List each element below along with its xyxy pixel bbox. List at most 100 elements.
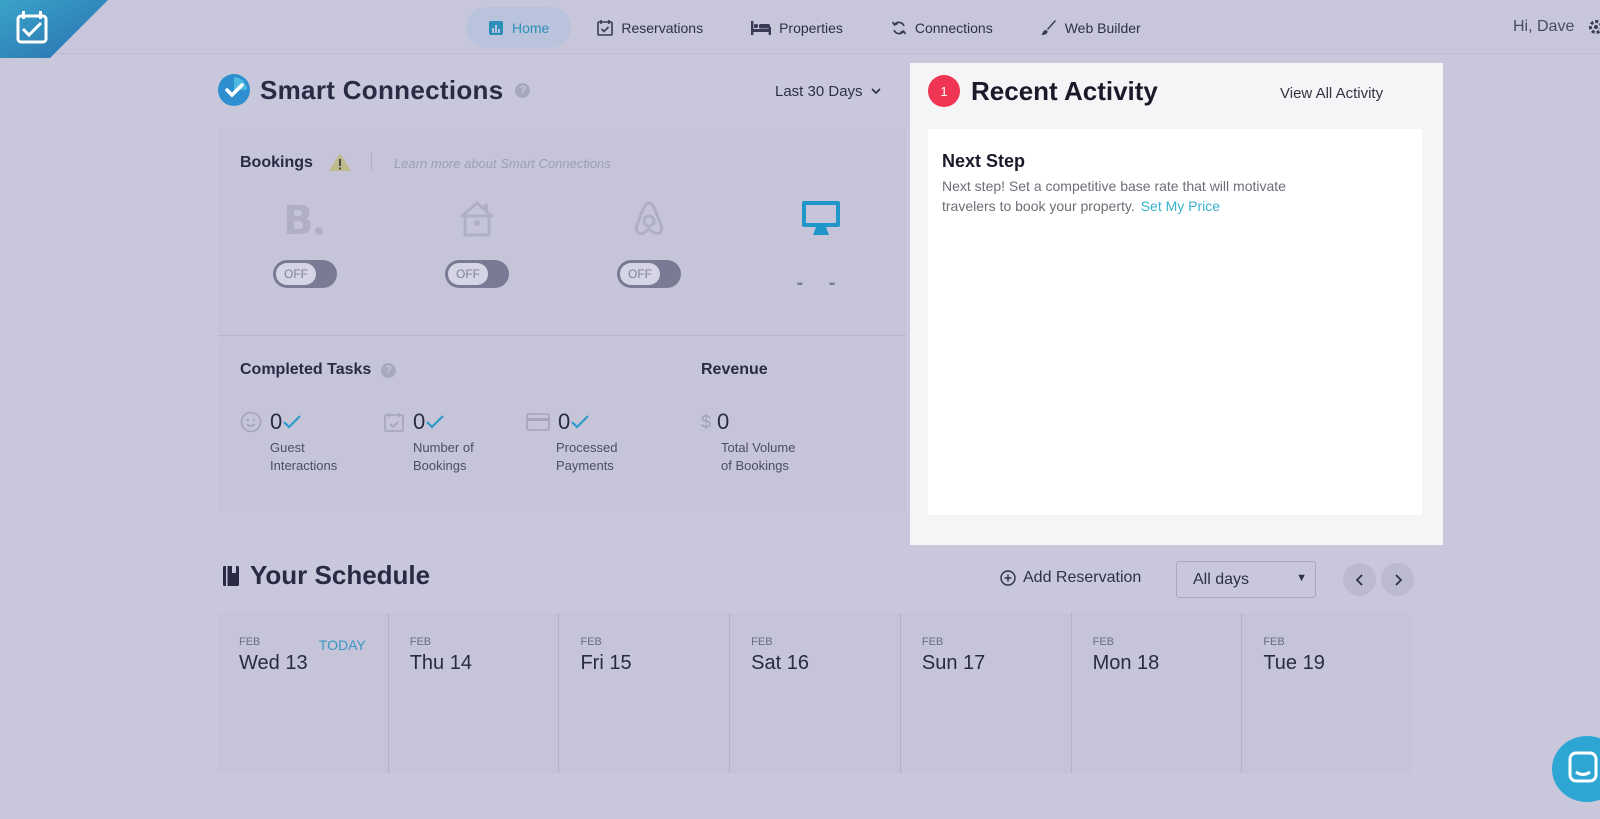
nav-properties[interactable]: Properties [729,7,865,48]
help-icon[interactable]: ? [381,362,397,378]
bar-chart-icon [489,20,503,35]
next-step-message: Next step! Set a competitive base rate t… [942,178,1286,214]
warning-icon[interactable] [328,152,352,172]
help-icon[interactable]: ? [515,82,531,98]
calendar-day[interactable]: FEB Thu 14 [388,613,560,773]
day-month: FEB [239,636,261,648]
chat-launcher-button[interactable] [1552,736,1600,802]
schedule-header: Your Schedule [222,560,430,591]
stat-guest-interactions: 0 Guest Interactions [240,409,360,475]
next-step-text: Next step! Set a competitive base rate t… [942,177,1302,216]
nav-reservations-label: Reservations [621,19,704,36]
nav-home[interactable]: Home [466,7,572,48]
day-month: FEB [409,636,432,648]
nav-web-builder-label: Web Builder [1064,19,1141,36]
date-range-dropdown[interactable]: Last 30 Days [775,83,881,100]
stat-label: Bookings [413,458,467,473]
calendar-day[interactable]: FEB Sun 17 [900,613,1072,773]
toggle-state: OFF [448,263,488,285]
stat-value: 0 [558,409,571,434]
stat-label: Guest [270,440,305,455]
day-month: FEB [1263,636,1285,648]
add-reservation-label: Add Reservation [1023,569,1142,586]
recent-activity-panel: 1 Recent Activity View All Activity Next… [910,63,1443,545]
calendar-icon [384,413,404,432]
date-range-label: Last 30 Days [775,83,863,100]
calendar-day[interactable]: FEB Tue 19 [1242,613,1413,773]
smart-connections-title: Smart Connections [260,74,504,105]
monitor-icon [776,194,866,242]
svg-text:B: B [283,198,314,238]
nav-connections-label: Connections [914,19,993,36]
airbnb-icon [604,194,694,242]
nav-home-label: Home [512,19,550,36]
gear-icon[interactable] [1588,19,1600,40]
set-my-price-link[interactable]: Set My Price [1141,198,1220,214]
day-month: FEB [1092,636,1114,648]
stat-label: Payments [556,458,614,473]
stat-label: Number of [413,440,474,455]
book-icon [223,565,239,586]
stat-number-of-bookings: 0 Number of Bookings [383,409,503,475]
stat-label: Interactions [270,458,338,473]
credit-card-icon [526,413,550,431]
calendar-day[interactable]: FEB TODAY Wed 13 [218,613,389,773]
day-date: Sun 17 [921,652,986,674]
bookings-card: Bookings Learn more about Smart Connecti… [218,128,906,336]
channel-homeaway: OFF [432,194,522,288]
channel-website: - - [776,194,866,295]
chevron-down-icon [870,88,881,95]
homeaway-toggle[interactable]: OFF [445,260,509,288]
toggle-state: OFF [276,263,316,285]
revenue-card: Revenue $ 0 Total Volume of Bookings [679,337,906,513]
view-all-activity-link[interactable]: View All Activity [1280,85,1383,102]
learn-more-link[interactable]: Learn more about Smart Connections [394,156,611,171]
plus-circle-icon [1000,570,1016,586]
app-logo[interactable] [0,0,108,58]
user-greeting[interactable]: Hi, Dave [1513,18,1574,36]
calendar-day[interactable]: FEB Fri 15 [559,613,731,773]
calendar-day[interactable]: FEB Mon 18 [1071,613,1243,773]
channel-airbnb: OFF [604,194,694,288]
calendar-day[interactable]: FEB Sat 16 [730,613,901,773]
stat-value: 0 [270,409,283,434]
day-date: Sat 16 [751,652,809,674]
schedule-title: Your Schedule [250,560,431,590]
nav-web-builder[interactable]: Web Builder [1019,7,1163,48]
nav-connections[interactable]: Connections [869,7,1015,48]
add-reservation-button[interactable]: Add Reservation [1000,569,1141,587]
chat-icon [1568,751,1598,783]
recent-activity-title: Recent Activity [971,76,1158,106]
days-filter-select[interactable]: All days ▼ [1176,561,1316,598]
day-date: Tue 19 [1263,652,1325,674]
notification-badge: 1 [928,75,960,107]
brush-icon [1041,19,1056,35]
bookings-title: Bookings [240,154,313,171]
top-nav: Home Reservations Properties Connections… [0,0,1600,58]
day-date: Wed 13 [239,652,308,674]
nav-reservations[interactable]: Reservations [575,7,725,48]
sync-icon [891,21,907,34]
chevron-left-icon [1355,573,1363,586]
today-label: TODAY [318,637,366,653]
stat-processed-payments: 0 Processed Payments [526,409,646,475]
next-step-title: Next Step [942,151,1026,171]
stat-label: Processed [556,440,618,455]
dollar-icon: $ [701,411,712,432]
chevron-right-icon [1394,573,1402,586]
divider [371,152,372,170]
prev-week-button[interactable] [1343,563,1376,596]
smart-connections-header: Smart Connections ? [218,74,531,106]
check-icon [283,415,302,429]
stat-label: Total Volume [721,440,796,455]
completed-tasks-label: Completed Tasks [240,361,372,378]
website-status: - - [796,272,846,294]
channel-booking-com: B OFF [260,194,350,288]
nav-properties-label: Properties [779,19,843,36]
smart-connections-icon [218,74,250,106]
smiley-icon [240,411,262,433]
booking-com-toggle[interactable]: OFF [273,260,337,288]
day-month: FEB [921,636,944,648]
next-week-button[interactable] [1381,563,1414,596]
airbnb-toggle[interactable]: OFF [617,260,681,288]
